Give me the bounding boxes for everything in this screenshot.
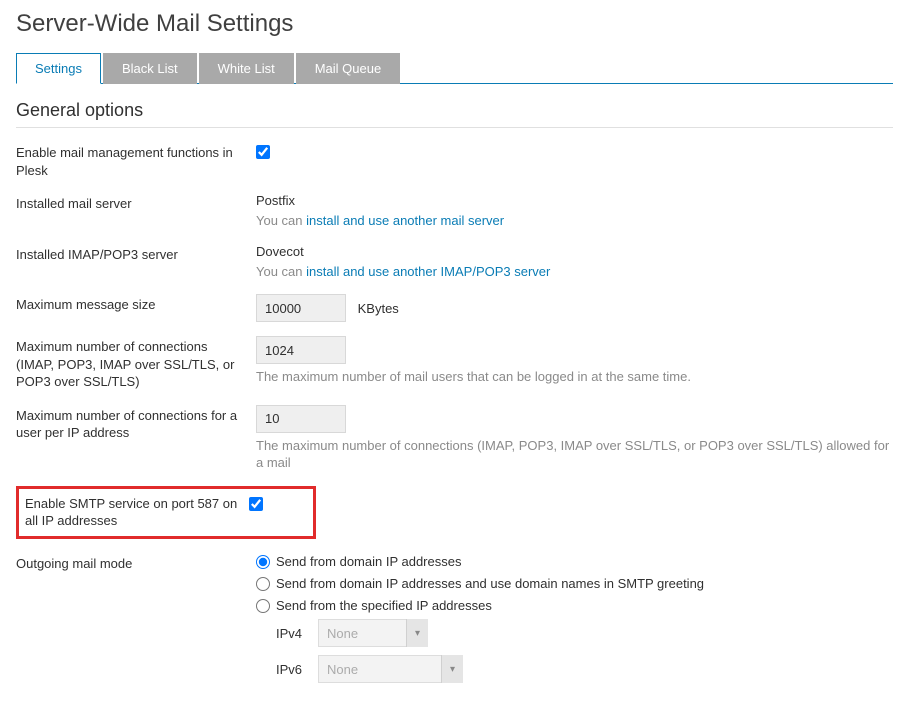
label-max-connections: Maximum number of connections (IMAP, POP… [16,336,256,391]
label-enable-mail-mgmt: Enable mail management functions in Ples… [16,142,256,179]
label-max-connections-per-ip: Maximum number of connections for a user… [16,405,256,442]
radio-label-specified-ip: Send from the specified IP addresses [276,598,492,613]
label-ipv6: IPv6 [276,662,308,677]
radio-label-domain-ip-names: Send from domain IP addresses and use do… [276,576,704,591]
label-max-msg-size: Maximum message size [16,294,256,314]
tab-settings[interactable]: Settings [16,53,101,84]
radio-specified-ip[interactable] [256,599,270,613]
label-installed-imap-pop3: Installed IMAP/POP3 server [16,244,256,264]
highlight-smtp-587: Enable SMTP service on port 587 on all I… [16,486,316,539]
radio-domain-ip[interactable] [256,555,270,569]
hint-imap-pop3-prefix: You can [256,264,306,279]
hint-mail-server: You can install and use another mail ser… [256,212,893,230]
section-title: General options [16,100,893,121]
radio-row-domain-ip-names[interactable]: Send from domain IP addresses and use do… [256,575,893,591]
radio-row-domain-ip[interactable]: Send from domain IP addresses [256,553,893,569]
label-ipv4: IPv4 [276,626,308,641]
hint-max-connections-per-ip: The maximum number of connections (IMAP,… [256,437,893,472]
label-installed-mail-server: Installed mail server [16,193,256,213]
page-title: Server-Wide Mail Settings [16,10,893,38]
label-enable-smtp-587: Enable SMTP service on port 587 on all I… [25,495,249,530]
select-ipv4[interactable]: None [318,619,428,647]
hint-max-connections: The maximum number of mail users that ca… [256,368,893,386]
value-imap-pop3: Dovecot [256,244,893,259]
hint-imap-pop3: You can install and use another IMAP/POP… [256,263,893,281]
checkbox-enable-mail-mgmt[interactable] [256,145,270,159]
radio-label-domain-ip: Send from domain IP addresses [276,554,461,569]
link-install-imap-pop3[interactable]: install and use another IMAP/POP3 server [306,264,550,279]
hint-mail-server-prefix: You can [256,213,306,228]
tab-mailqueue[interactable]: Mail Queue [296,53,400,84]
input-max-msg-size[interactable] [256,294,346,322]
label-outgoing-mail-mode: Outgoing mail mode [16,553,256,573]
radio-domain-ip-names[interactable] [256,577,270,591]
tab-whitelist[interactable]: White List [199,53,294,84]
unit-kbytes: KBytes [358,301,399,316]
radio-row-specified-ip[interactable]: Send from the specified IP addresses [256,597,893,613]
input-max-connections[interactable] [256,336,346,364]
link-install-mail-server[interactable]: install and use another mail server [306,213,504,228]
divider [16,127,893,128]
value-mail-server: Postfix [256,193,893,208]
input-max-connections-per-ip[interactable] [256,405,346,433]
tabs: Settings Black List White List Mail Queu… [16,52,893,84]
checkbox-enable-smtp-587[interactable] [249,497,263,511]
select-ipv6[interactable]: None [318,655,463,683]
tab-blacklist[interactable]: Black List [103,53,197,84]
